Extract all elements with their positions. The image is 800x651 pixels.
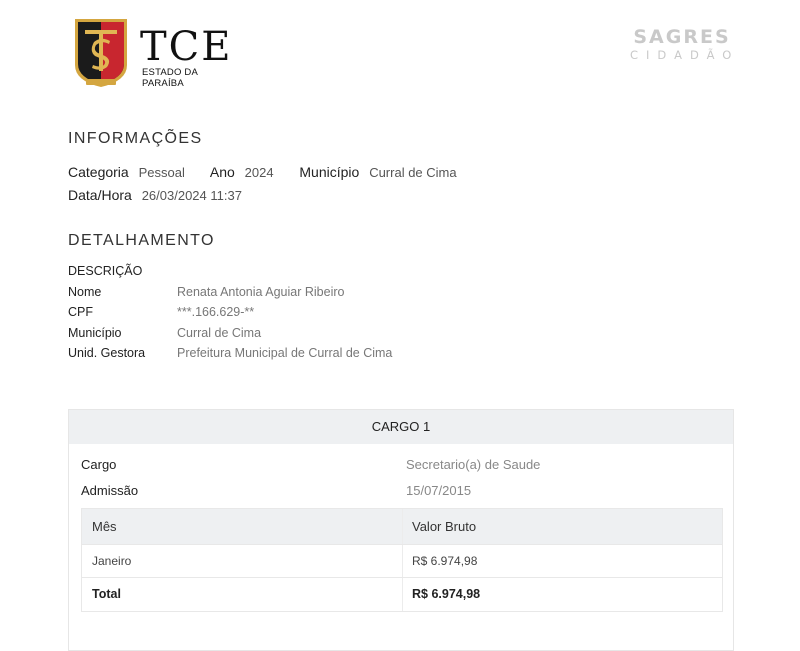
detail-row-nome: Nome Renata Antonia Aguiar Ribeiro [68,285,568,305]
detail-label: Unid. Gestora [68,346,146,360]
info-row-main: Categoria Pessoal Ano 2024 Município Cur… [68,164,457,180]
admissao-label: Admissão [81,483,139,498]
info-row-datahora: Data/Hora 26/03/2024 11:37 [68,187,242,203]
column-divider [402,545,403,577]
mes-cell: Janeiro [92,554,132,568]
categoria-value: Pessoal [138,165,185,180]
detail-value: Prefeitura Municipal de Curral de Cima [177,346,393,360]
sagres-brand-top: SAGRES [633,26,731,48]
cargo-card-header: CARGO 1 [69,410,733,444]
tce-logo[interactable]: TCE ESTADO DA PARAÍBA [72,15,232,91]
column-header-mes: Mês [92,519,117,534]
column-divider [402,509,403,544]
datahora-label: Data/Hora [68,187,132,203]
admissao-row: Admissão 15/07/2015 [81,483,721,503]
tce-seal-icon [75,19,127,87]
sagres-brand-bottom: CIDADÃO [630,48,740,62]
ano-value: 2024 [244,165,274,180]
detail-row-municipio: Município Curral de Cima [68,326,568,346]
detail-value: ***.166.629-** [177,305,255,319]
table-total-row: Total R$ 6.974,98 [82,578,722,611]
table-header-row: Mês Valor Bruto [82,509,722,545]
cargo-label: Cargo [81,457,117,472]
org-subtitle: ESTADO DA PARAÍBA [142,67,198,89]
total-label: Total [92,587,121,601]
descricao-label: DESCRIÇÃO [68,264,143,278]
cargo-card: CARGO 1 Cargo Secretario(a) de Saude Adm… [68,409,734,651]
detalhamento-section-title: DETALHAMENTO [68,232,215,249]
categoria-label: Categoria [68,164,129,180]
table-row: Janeiro R$ 6.974,98 [82,545,722,578]
org-name: TCE [140,24,233,70]
info-section-title: INFORMAÇÕES [68,130,203,147]
cargo-value: Secretario(a) de Saude [406,457,541,472]
detail-row-cpf: CPF ***.166.629-** [68,305,568,325]
detail-value: Curral de Cima [177,326,262,340]
ano-label: Ano [209,164,235,180]
detail-row-unid-gestora: Unid. Gestora Prefeitura Municipal de Cu… [68,346,568,366]
cargo-row: Cargo Secretario(a) de Saude [81,457,721,477]
municipio-value: Curral de Cima [369,165,457,180]
detail-label: Nome [68,285,102,299]
column-divider [402,578,403,611]
sagres-brand[interactable]: SAGRES CIDADÃO [626,27,738,63]
datahora-value: 26/03/2024 11:37 [141,188,242,203]
valor-cell: R$ 6.974,98 [412,554,478,568]
detail-value: Renata Antonia Aguiar Ribeiro [177,285,345,299]
detail-label: Município [68,326,122,340]
municipio-label: Município [299,164,360,180]
total-value: R$ 6.974,98 [412,587,481,601]
detail-label: CPF [68,305,93,319]
salary-table: Mês Valor Bruto Janeiro R$ 6.974,98 Tota… [81,508,723,612]
admissao-value: 15/07/2015 [406,483,472,498]
column-header-valor: Valor Bruto [412,519,477,534]
